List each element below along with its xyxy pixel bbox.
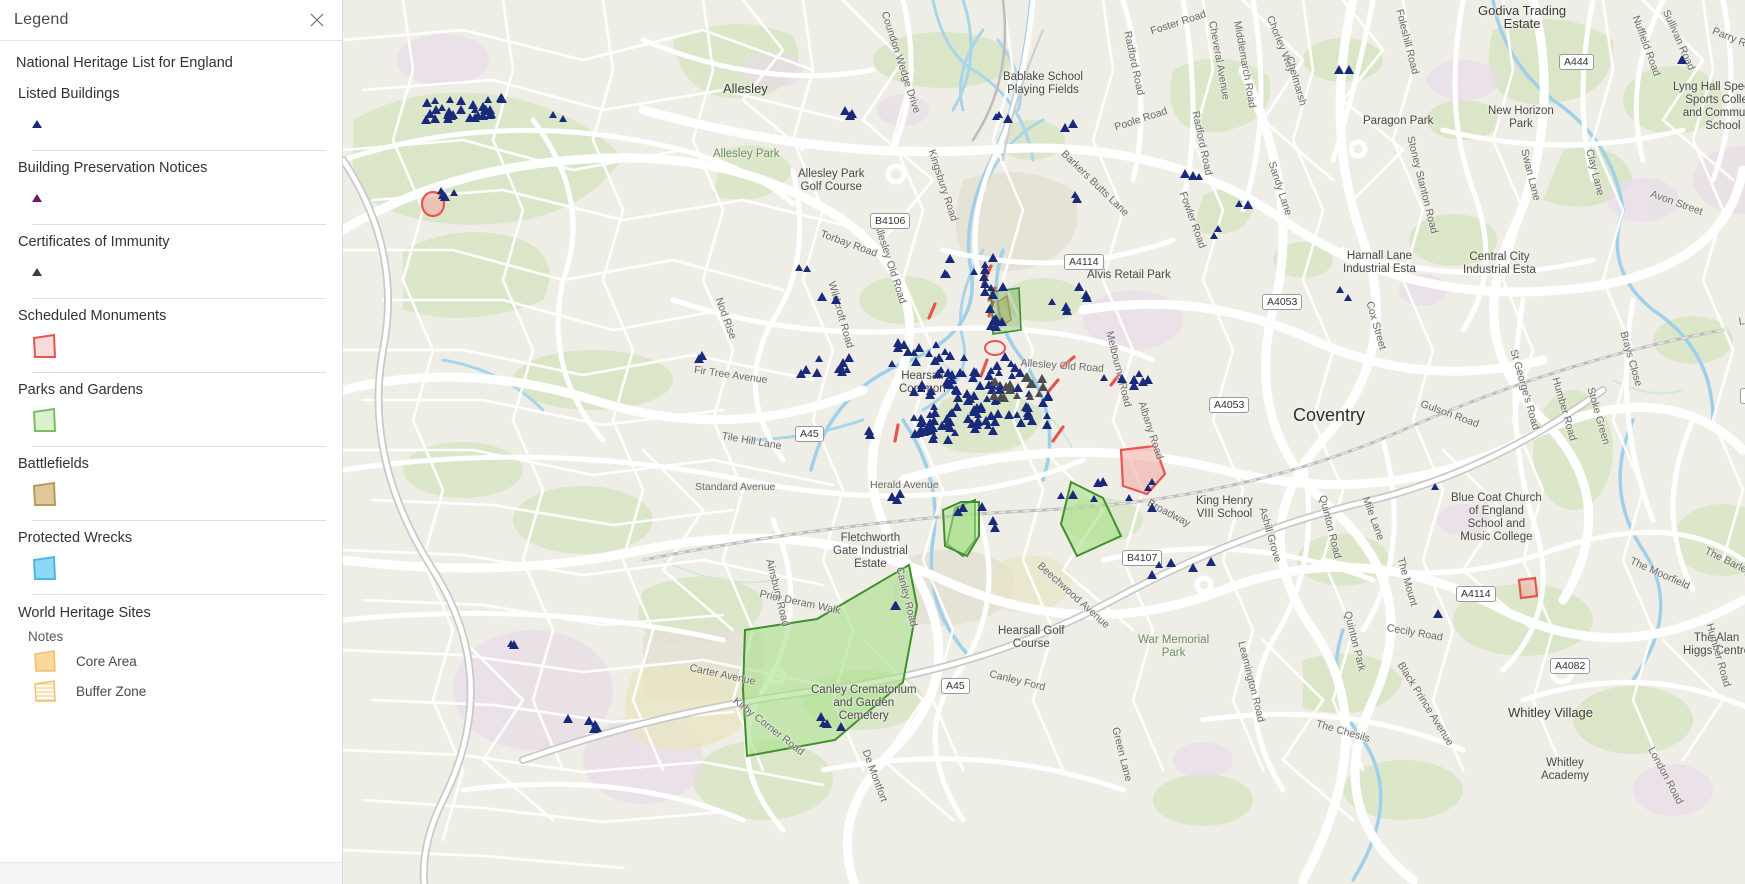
legend-layer-battlefields[interactable]: Battlefields: [0, 447, 342, 521]
legend-item-core-area[interactable]: Core Area: [16, 646, 326, 676]
legend-body: National Heritage List for England Liste…: [0, 41, 342, 862]
legend-item-label: Buffer Zone: [76, 683, 147, 699]
triangle-icon: [32, 268, 42, 276]
map-application: Legend National Heritage List for Englan…: [0, 0, 1745, 884]
legend-item-label: Core Area: [76, 653, 137, 669]
polygon-icon: [32, 333, 57, 358]
legend-group-label: World Heritage Sites: [18, 605, 151, 621]
service-title: National Heritage List for England: [16, 55, 233, 71]
polygon-icon: [32, 407, 57, 432]
triangle-icon: [32, 194, 42, 202]
legend-panel: Legend National Heritage List for Englan…: [0, 0, 343, 884]
page-title: Legend: [14, 11, 69, 28]
legend-layer-label: Listed Buildings: [18, 86, 120, 102]
close-icon[interactable]: [306, 9, 328, 31]
legend-swatch-row: [16, 550, 326, 586]
legend-swatch-row: [16, 254, 326, 290]
legend-layer-label: Parks and Gardens: [18, 382, 143, 398]
heritage-accent-shapes: [990, 287, 1022, 335]
polygon-icon: [32, 481, 57, 506]
legend-layer-protected-wrecks[interactable]: Protected Wrecks: [0, 521, 342, 595]
legend-footer: [0, 862, 342, 884]
polygon-icon: [32, 555, 57, 580]
legend-layer-label: Building Preservation Notices: [18, 160, 208, 176]
legend-layer-certificates-of-immunity[interactable]: Certificates of Immunity: [0, 225, 342, 299]
legend-layer-scheduled-monuments[interactable]: Scheduled Monuments: [0, 299, 342, 373]
legend-layer-parks-and-gardens[interactable]: Parks and Gardens: [0, 373, 342, 447]
legend-layer-label: Scheduled Monuments: [18, 308, 167, 324]
legend-group-world-heritage-sites[interactable]: World Heritage Sites Notes Core Area Buf…: [0, 595, 342, 706]
legend-layer-listed-buildings[interactable]: Listed Buildings: [0, 77, 342, 151]
map-basemap: [343, 0, 1745, 884]
legend-swatch-row: [16, 402, 326, 438]
map-canvas[interactable]: Coventry Allesley Godiva Trading Estate Whi…: [343, 0, 1745, 884]
legend-swatch-row: [16, 106, 326, 142]
polygon-hatch-icon: [34, 680, 56, 702]
legend-header: Legend: [0, 0, 342, 41]
legend-swatch-row: [16, 180, 326, 216]
legend-subgroup-label: Notes: [28, 629, 64, 644]
legend-layer-label: Battlefields: [18, 456, 89, 472]
polygon-icon: [34, 650, 56, 672]
legend-layer-label: Protected Wrecks: [18, 530, 133, 546]
legend-swatch-row: [16, 328, 326, 364]
legend-item-buffer-zone[interactable]: Buffer Zone: [16, 676, 326, 706]
triangle-icon: [32, 120, 42, 128]
legend-swatch-row: [16, 476, 326, 512]
legend-layer-label: Certificates of Immunity: [18, 234, 170, 250]
legend-layer-building-preservation-notices[interactable]: Building Preservation Notices: [0, 151, 342, 225]
